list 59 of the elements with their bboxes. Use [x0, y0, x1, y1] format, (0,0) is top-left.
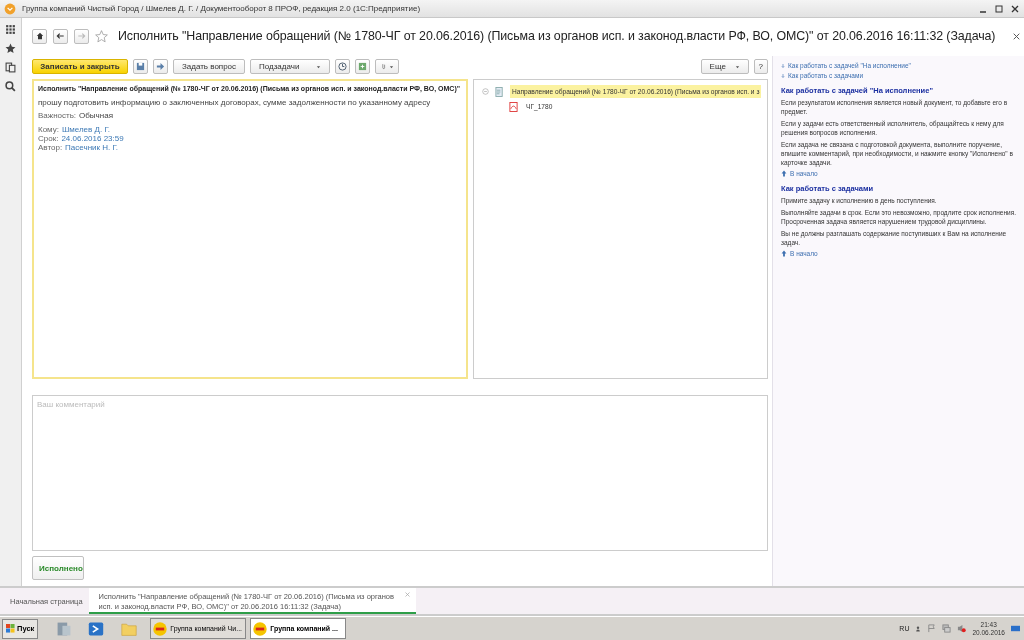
home-icon [35, 32, 44, 40]
field-label: Кому: [38, 125, 59, 134]
arrow-icon [156, 62, 165, 71]
pdf-icon [509, 101, 518, 112]
caret-icon [388, 64, 394, 69]
window-title: Группа компаний Чистый Город / Шмелев Д. Г. / Документооборот 8 ПРОФ, редакция 2.0 (1С:Предприятие) [22, 4, 422, 13]
person-icon[interactable] [915, 624, 922, 633]
close-icon[interactable] [1013, 32, 1020, 40]
home-button[interactable] [32, 28, 47, 44]
add-image-button[interactable] [355, 59, 370, 74]
done-button[interactable]: Исполнено [32, 556, 84, 580]
caret-icon [316, 64, 321, 69]
flag-icon[interactable] [927, 624, 937, 633]
subtasks-button[interactable]: Подзадачи [250, 59, 330, 74]
down-arrow-icon [781, 62, 785, 69]
save-and-close-button[interactable]: Записать и закрыть [32, 59, 128, 74]
forward-button[interactable] [153, 59, 168, 74]
paperclip-icon [380, 62, 387, 71]
image-plus-icon [358, 62, 367, 71]
clock-icon [338, 62, 347, 71]
field-link[interactable]: 24.06.2016 23:59 [61, 134, 124, 143]
help-button[interactable]: ? [753, 59, 768, 74]
powershell-icon[interactable] [88, 620, 105, 637]
save-button[interactable] [133, 59, 148, 74]
attach-button[interactable] [375, 59, 399, 74]
forward-arrow-icon [77, 32, 86, 40]
down-arrow-icon [781, 72, 785, 79]
comment-field[interactable]: Ваш комментарий [32, 395, 768, 551]
caret-icon [734, 64, 740, 69]
search-icon[interactable] [5, 81, 16, 92]
task-description: прошу подготовить информацию о заключенных договорах, сумме задолженности по указанному адресу [38, 98, 432, 107]
back-arrow-icon [56, 32, 65, 40]
field-label: Автор: [38, 143, 63, 152]
windows-logo-icon [6, 624, 15, 633]
back-button[interactable] [53, 28, 68, 44]
history-icon[interactable] [5, 62, 16, 73]
up-arrow-icon [781, 250, 787, 257]
field-link[interactable]: Пасечник Н. Г. [65, 143, 119, 152]
star-icon[interactable] [5, 43, 16, 54]
clock-button[interactable] [335, 59, 350, 74]
network-icon[interactable] [942, 624, 952, 633]
field-label: Важность: [38, 111, 77, 120]
apps-icon[interactable] [5, 24, 16, 35]
maximize-icon[interactable] [994, 3, 1004, 14]
speaker-muted-icon[interactable] [957, 624, 967, 633]
floppy-icon [136, 62, 145, 71]
field-link[interactable]: Шмелев Д. Г. [61, 125, 110, 134]
up-arrow-icon [781, 170, 787, 177]
importance-value: Обычная [79, 111, 113, 120]
document-icon [495, 86, 504, 97]
logo-icon [153, 621, 168, 636]
form-title: Исполнить "Направление обращений (№ 1780-ЧГ от 20.06.2016) (Письма из органов исп. и законод.власти РФ, ВО, ОМС)" от 20.06.2016 16:11:32 (Задача) [118, 29, 997, 43]
ask-question-button[interactable]: Задать вопрос [173, 59, 245, 74]
more-button[interactable]: Еще [700, 59, 749, 74]
star-icon[interactable] [95, 29, 108, 43]
logo-icon [253, 621, 268, 636]
field-label: Срок: [38, 134, 59, 143]
show-desktop-icon[interactable] [1011, 624, 1020, 633]
close-icon[interactable] [1010, 3, 1020, 14]
